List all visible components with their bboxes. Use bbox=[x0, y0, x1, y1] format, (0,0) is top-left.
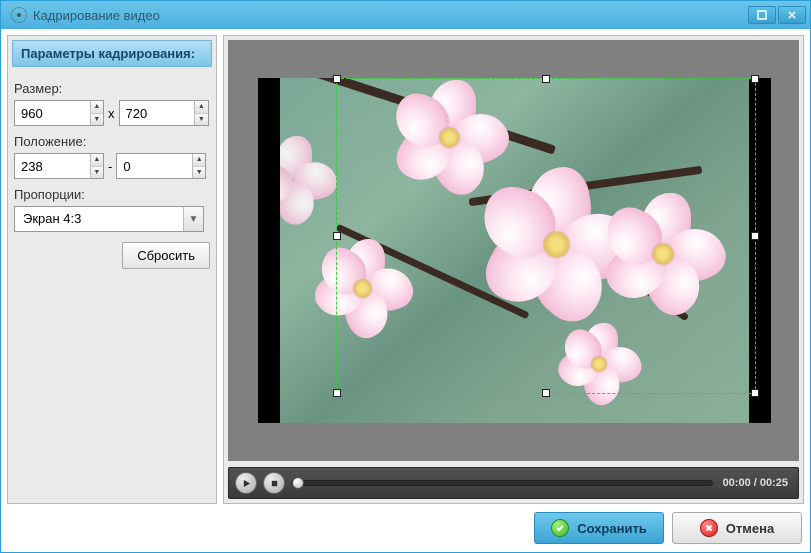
crop-rectangle[interactable] bbox=[336, 78, 756, 394]
cancel-button[interactable]: Отмена bbox=[672, 512, 802, 544]
width-up[interactable]: ▲ bbox=[91, 101, 103, 114]
height-down[interactable]: ▼ bbox=[195, 114, 207, 126]
save-label: Сохранить bbox=[577, 521, 647, 536]
width-input[interactable] bbox=[15, 101, 90, 125]
chevron-down-icon[interactable]: ▼ bbox=[183, 207, 203, 231]
seek-bar[interactable] bbox=[291, 480, 713, 486]
reset-button[interactable]: Сбросить bbox=[122, 242, 210, 269]
titlebar: Кадрирование видео bbox=[1, 1, 810, 29]
position-label: Положение: bbox=[14, 134, 210, 149]
crop-handle-sw[interactable] bbox=[333, 389, 341, 397]
aspect-label: Пропорции: bbox=[14, 187, 210, 202]
bottom-bar: Сохранить Отмена bbox=[7, 510, 804, 546]
parameters-panel: Параметры кадрирования: Размер: ▲▼ x ▲▼ bbox=[7, 35, 217, 504]
aspect-select[interactable]: Экран 4:3 ▼ bbox=[14, 206, 204, 232]
height-up[interactable]: ▲ bbox=[195, 101, 207, 114]
height-input[interactable] bbox=[120, 101, 195, 125]
x-icon bbox=[700, 519, 718, 537]
cancel-label: Отмена bbox=[726, 521, 774, 536]
crop-handle-se[interactable] bbox=[751, 389, 759, 397]
play-button[interactable] bbox=[235, 472, 257, 494]
seek-knob[interactable] bbox=[292, 477, 304, 489]
crop-handle-ne[interactable] bbox=[751, 75, 759, 83]
aspect-value: Экран 4:3 bbox=[15, 207, 183, 231]
app-icon bbox=[11, 7, 27, 23]
close-button[interactable] bbox=[778, 6, 806, 24]
crop-handle-w[interactable] bbox=[333, 232, 341, 240]
timecode: 00:00 / 00:25 bbox=[719, 477, 792, 489]
posx-input[interactable] bbox=[15, 154, 90, 178]
posy-spinner[interactable]: ▲▼ bbox=[116, 153, 206, 179]
pos-separator: - bbox=[108, 159, 112, 174]
size-label: Размер: bbox=[14, 81, 210, 96]
window-title: Кадрирование видео bbox=[33, 8, 746, 23]
crop-handle-s[interactable] bbox=[542, 389, 550, 397]
crop-handle-e[interactable] bbox=[751, 232, 759, 240]
posx-down[interactable]: ▼ bbox=[91, 167, 103, 179]
check-icon bbox=[551, 519, 569, 537]
save-button[interactable]: Сохранить bbox=[534, 512, 664, 544]
stop-button[interactable] bbox=[263, 472, 285, 494]
height-spinner[interactable]: ▲▼ bbox=[119, 100, 209, 126]
panel-header: Параметры кадрирования: bbox=[12, 40, 212, 67]
posy-down[interactable]: ▼ bbox=[193, 167, 205, 179]
posx-spinner[interactable]: ▲▼ bbox=[14, 153, 104, 179]
width-spinner[interactable]: ▲▼ bbox=[14, 100, 104, 126]
preview-area[interactable] bbox=[228, 40, 799, 461]
size-separator: x bbox=[108, 106, 115, 121]
maximize-button[interactable] bbox=[748, 6, 776, 24]
crop-handle-n[interactable] bbox=[542, 75, 550, 83]
preview-panel: 00:00 / 00:25 bbox=[223, 35, 804, 504]
player-bar: 00:00 / 00:25 bbox=[228, 467, 799, 499]
posx-up[interactable]: ▲ bbox=[91, 154, 103, 167]
posy-up[interactable]: ▲ bbox=[193, 154, 205, 167]
width-down[interactable]: ▼ bbox=[91, 114, 103, 126]
posy-input[interactable] bbox=[117, 154, 192, 178]
crop-handle-nw[interactable] bbox=[333, 75, 341, 83]
